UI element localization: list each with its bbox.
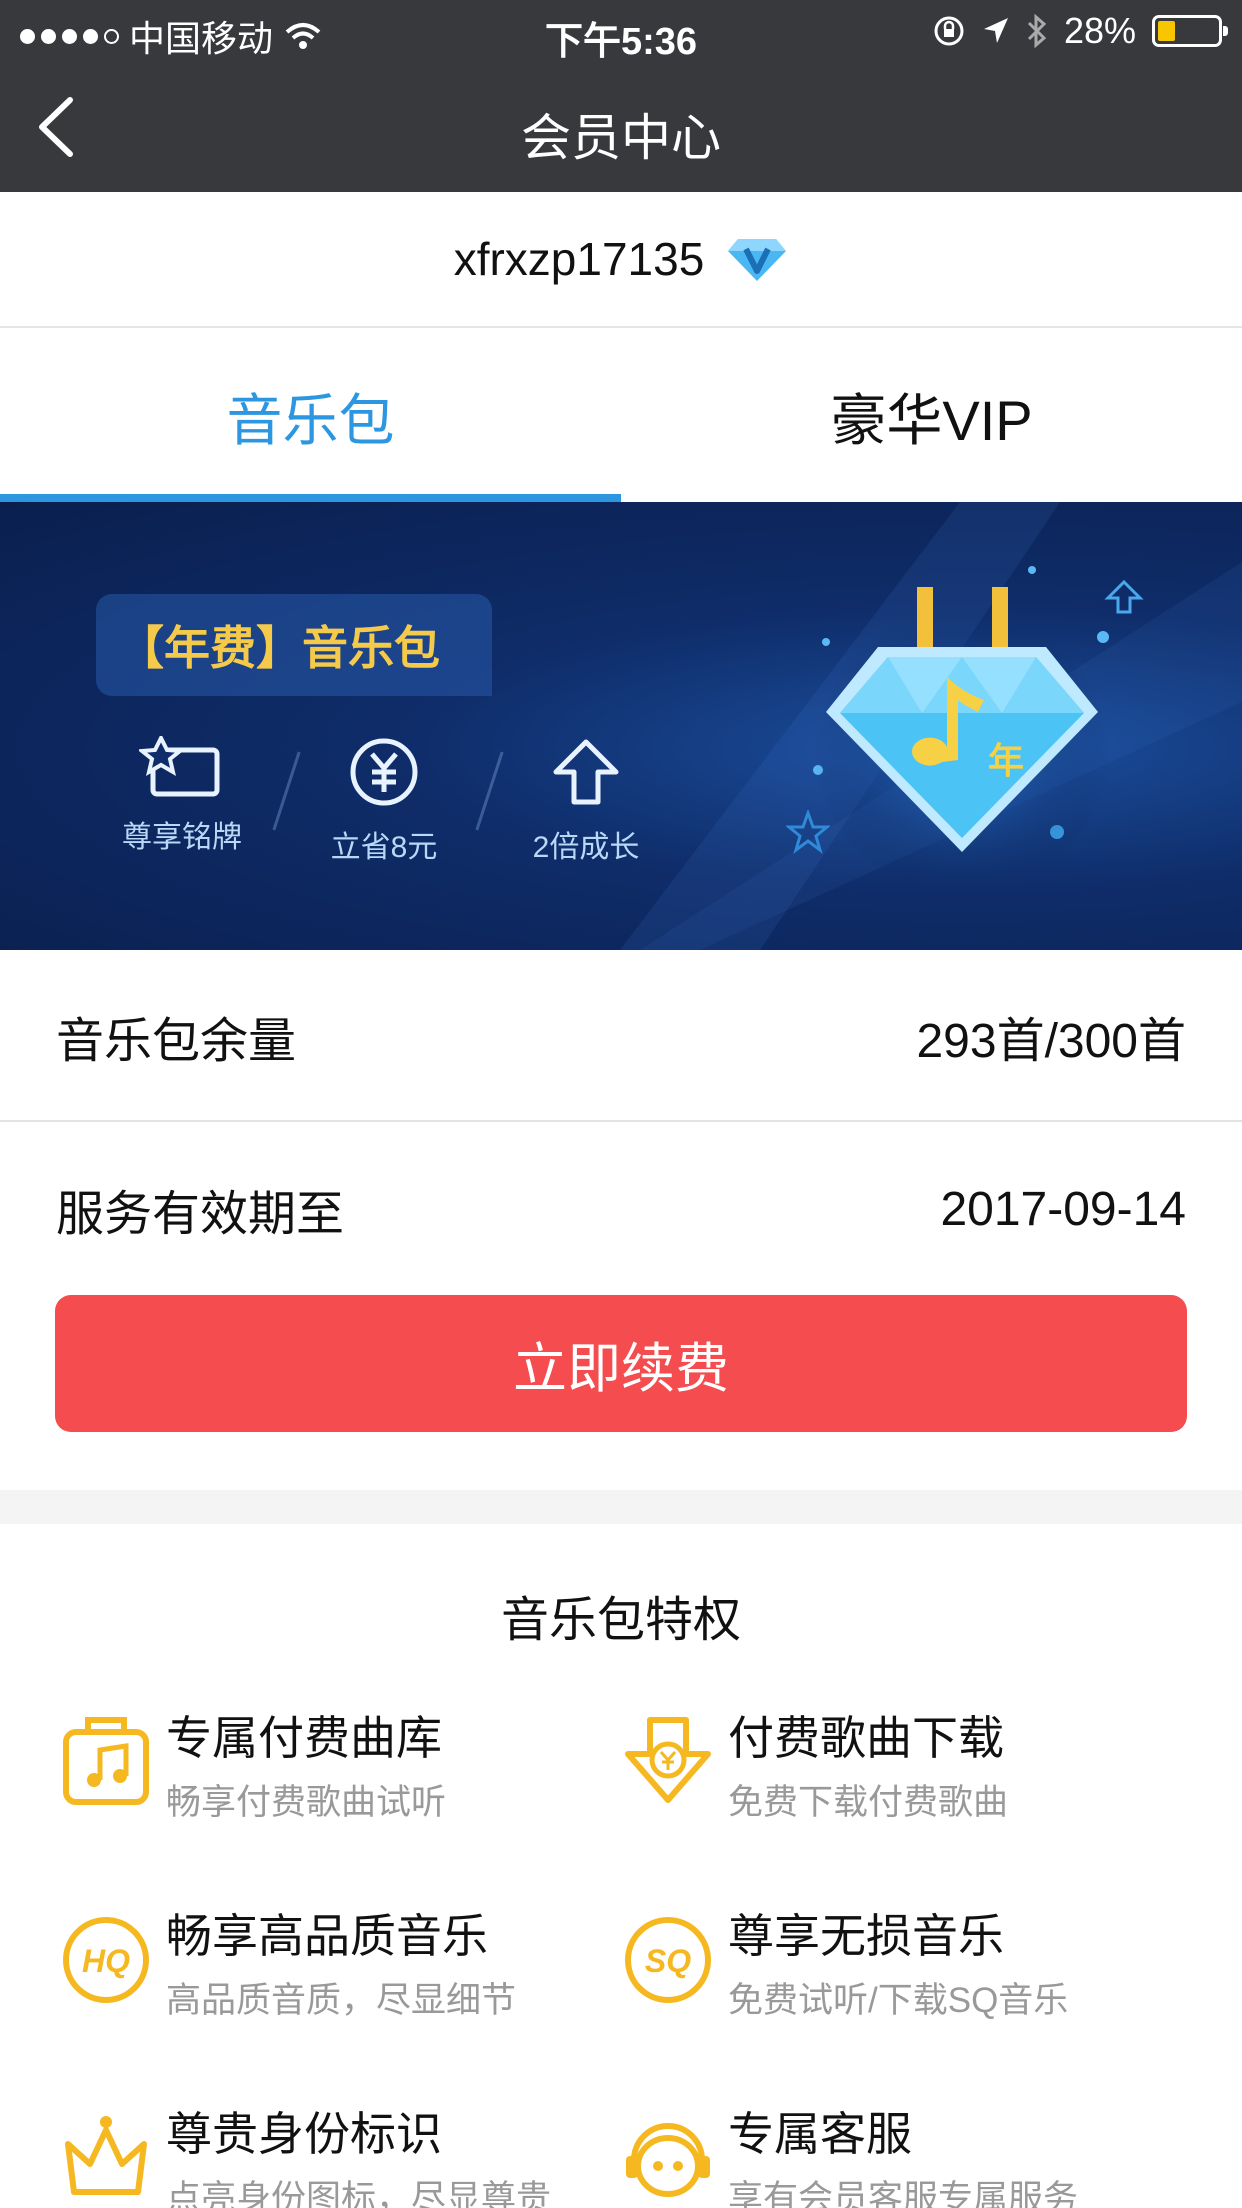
privilege-title: 付费歌曲下载 xyxy=(728,1712,1004,1764)
privilege-item[interactable]: HQ 畅享高品质音乐 高品质音质，尽显细节 xyxy=(62,1900,622,2050)
expiry-row: 服务有效期至 2017-09-14 xyxy=(0,1124,1242,1294)
feature-badge: 尊享铭牌 xyxy=(92,736,272,856)
hq-icon: HQ xyxy=(63,1917,149,2003)
remaining-value: 293首/300首 xyxy=(916,1015,1186,1068)
download-yuan-icon xyxy=(625,1717,711,1803)
feature-label: 立省8元 xyxy=(330,831,438,864)
annual-pack-tag: 【年费】音乐包 xyxy=(96,594,492,696)
feature-growth: 2倍成长 xyxy=(496,736,676,866)
privilege-desc: 畅享付费歌曲试听 xyxy=(166,1783,447,1822)
crown-icon xyxy=(65,2116,147,2195)
sq-icon: SQ xyxy=(625,1917,711,2003)
vip-diamond-icon xyxy=(728,239,787,281)
section-divider xyxy=(0,1490,1242,1524)
privilege-item[interactable]: 专属客服 享有会员客服专属服务 xyxy=(624,2098,1184,2208)
feature-label: 2倍成长 xyxy=(532,831,640,864)
sq-icon-text: SQ xyxy=(645,1943,691,1979)
tab-deluxe-vip[interactable]: 豪华VIP xyxy=(621,330,1242,502)
status-right: 28% xyxy=(932,10,1228,52)
battery-percent: 28% xyxy=(1063,10,1136,51)
annual-badge-char: 年 xyxy=(988,740,1025,781)
top-bar: 中国移动 下午5:36 28% 会员中心 xyxy=(0,0,1242,192)
badge-icon xyxy=(139,736,220,797)
yuan-circle-icon xyxy=(350,738,418,806)
expiry-label: 服务有效期至 xyxy=(56,1188,345,1241)
privilege-item[interactable]: SQ 尊享无损音乐 免费试听/下载SQ音乐 xyxy=(624,1900,1184,2050)
privilege-title: 畅享高品质音乐 xyxy=(166,1910,488,1962)
privileges-title: 音乐包特权 xyxy=(500,1594,741,1647)
privilege-item[interactable]: 付费歌曲下载 免费下载付费歌曲 xyxy=(624,1702,1184,1852)
privilege-desc: 免费试听/下载SQ音乐 xyxy=(728,1981,1069,2020)
music-library-icon xyxy=(63,1717,149,1805)
page-title: 会员中心 xyxy=(521,110,721,166)
user-info-row: xfrxzp17135 xyxy=(0,192,1242,328)
username: xfrxzp17135 xyxy=(453,233,705,285)
privilege-desc: 高品质音质，尽显细节 xyxy=(166,1981,517,2020)
privilege-title: 专属客服 xyxy=(728,2108,912,2160)
remaining-row: 音乐包余量 293首/300首 xyxy=(0,952,1242,1122)
privilege-desc: 免费下载付费歌曲 xyxy=(728,1783,1009,1822)
privilege-desc: 点亮身份图标，尽显尊贵 xyxy=(166,2179,552,2208)
privilege-item[interactable]: 尊贵身份标识 点亮身份图标，尽显尊贵 xyxy=(62,2098,622,2208)
customer-service-icon xyxy=(626,2123,710,2197)
status-bar: 中国移动 下午5:36 28% xyxy=(0,0,1242,63)
privilege-desc: 享有会员客服专属服务 xyxy=(728,2179,1079,2208)
tab-music-pack[interactable]: 音乐包 xyxy=(0,330,621,502)
annual-diamond-icon xyxy=(812,587,1112,882)
tab-bar: 音乐包 豪华VIP xyxy=(0,330,1242,502)
privilege-title: 专属付费曲库 xyxy=(166,1712,442,1764)
privilege-title: 尊贵身份标识 xyxy=(166,2108,442,2160)
location-icon xyxy=(983,18,1008,43)
expiry-value: 2017-09-14 xyxy=(940,1182,1186,1236)
battery-icon xyxy=(1152,15,1228,47)
renew-button[interactable]: 立即续费 xyxy=(55,1295,1187,1432)
feature-save: 立省8元 xyxy=(294,736,474,866)
promo-banner: 【年费】音乐包 尊享铭牌 立省8元 2倍成长 年 xyxy=(0,502,1242,950)
hq-icon-text: HQ xyxy=(82,1943,130,1979)
privilege-item[interactable]: 专属付费曲库 畅享付费歌曲试听 xyxy=(62,1702,622,1852)
bluetooth-icon xyxy=(1027,14,1047,48)
privilege-title: 尊享无损音乐 xyxy=(728,1910,1004,1962)
feature-label: 尊享铭牌 xyxy=(122,821,242,854)
remaining-label: 音乐包余量 xyxy=(56,1015,297,1068)
orientation-lock-icon xyxy=(934,16,964,46)
up-arrow-icon xyxy=(553,739,619,805)
